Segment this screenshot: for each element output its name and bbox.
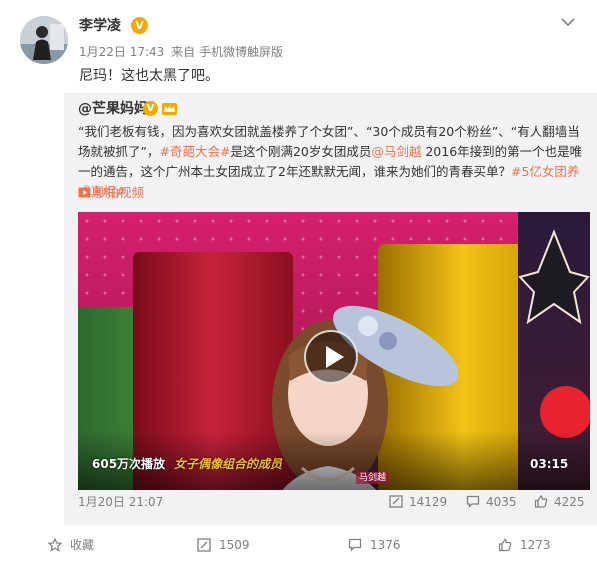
post-source: 来自 手机微博触屏版 [171,45,283,59]
repost-comments[interactable]: 4035 [466,494,517,510]
star-icon [47,537,63,552]
comment-count: 4035 [486,495,517,509]
repost-action-count: 1509 [219,538,250,552]
video-duration: 03:15 [530,457,569,471]
favorite-label: 收藏 [70,538,95,552]
comment-button[interactable]: 1376 [348,537,401,553]
like-count: 4225 [554,495,585,509]
post-text: 尼玛！这也太黑了吧。 [79,68,219,84]
favorite-button[interactable]: 收藏 [47,537,95,553]
like-button[interactable]: 1273 [498,537,551,553]
repost-button[interactable]: 1509 [197,537,250,553]
mention-link[interactable]: @马剑越 [371,144,421,159]
repost-icon [389,495,403,508]
comment-icon [466,495,480,509]
topic-link[interactable]: #奇葩大会# [159,144,230,159]
repost-icon [197,538,211,552]
verified-badge-icon: V [131,17,148,34]
repost-likes[interactable]: 4225 [534,494,585,510]
avatar[interactable] [20,16,68,64]
weibo-post: 李学凌 V 1月22日 17:43 来自 手机微博触屏版 尼玛！这也太黑了吧。 … [0,0,597,561]
repost-count: 14129 [409,495,448,509]
verified-badge-icon: V [143,101,158,116]
action-bar: 收藏 1509 1376 1273 [0,525,597,561]
post-time[interactable]: 1月22日 17:43 [79,45,164,59]
video-link[interactable]: 秒拍视频 [78,184,144,202]
repost-text-part: 是这个刚满20岁女团成员 [230,144,372,159]
video-icon [78,187,91,198]
member-crown-icon [162,103,177,115]
repost-text: “我们老板有钱，因为喜欢女团就盖楼养了个女团”、“30个成员有20个粉丝”、“有… [78,122,588,202]
chevron-down-icon[interactable] [560,16,576,28]
video-caption: 女子偶像组合的成员 [174,457,283,471]
thumbs-up-icon [498,538,512,552]
post-meta: 1月22日 17:43 来自 手机微博触屏版 [79,44,286,60]
video-player[interactable]: 605万次播放 女子偶像组合的成员 马剑越 03:15 [78,212,590,490]
video-watermark: 马剑越 [356,472,390,484]
play-button[interactable] [304,330,358,384]
comment-icon [348,538,362,552]
repost-date[interactable]: 1月20日 21:07 [78,494,163,510]
repost-author[interactable]: @芒果妈妈 [78,99,148,119]
reposted-content[interactable]: @芒果妈妈 V “我们老板有钱，因为喜欢女团就盖楼养了个女团”、“30个成员有2… [64,93,597,525]
play-count: 605万次播放 [92,457,166,471]
comment-action-count: 1376 [370,538,401,552]
like-action-count: 1273 [520,538,551,552]
thumbs-up-icon [534,495,548,508]
username[interactable]: 李学凌 [79,16,121,36]
video-link-label: 秒拍视频 [94,185,145,200]
repost-reposts[interactable]: 14129 [389,494,447,510]
